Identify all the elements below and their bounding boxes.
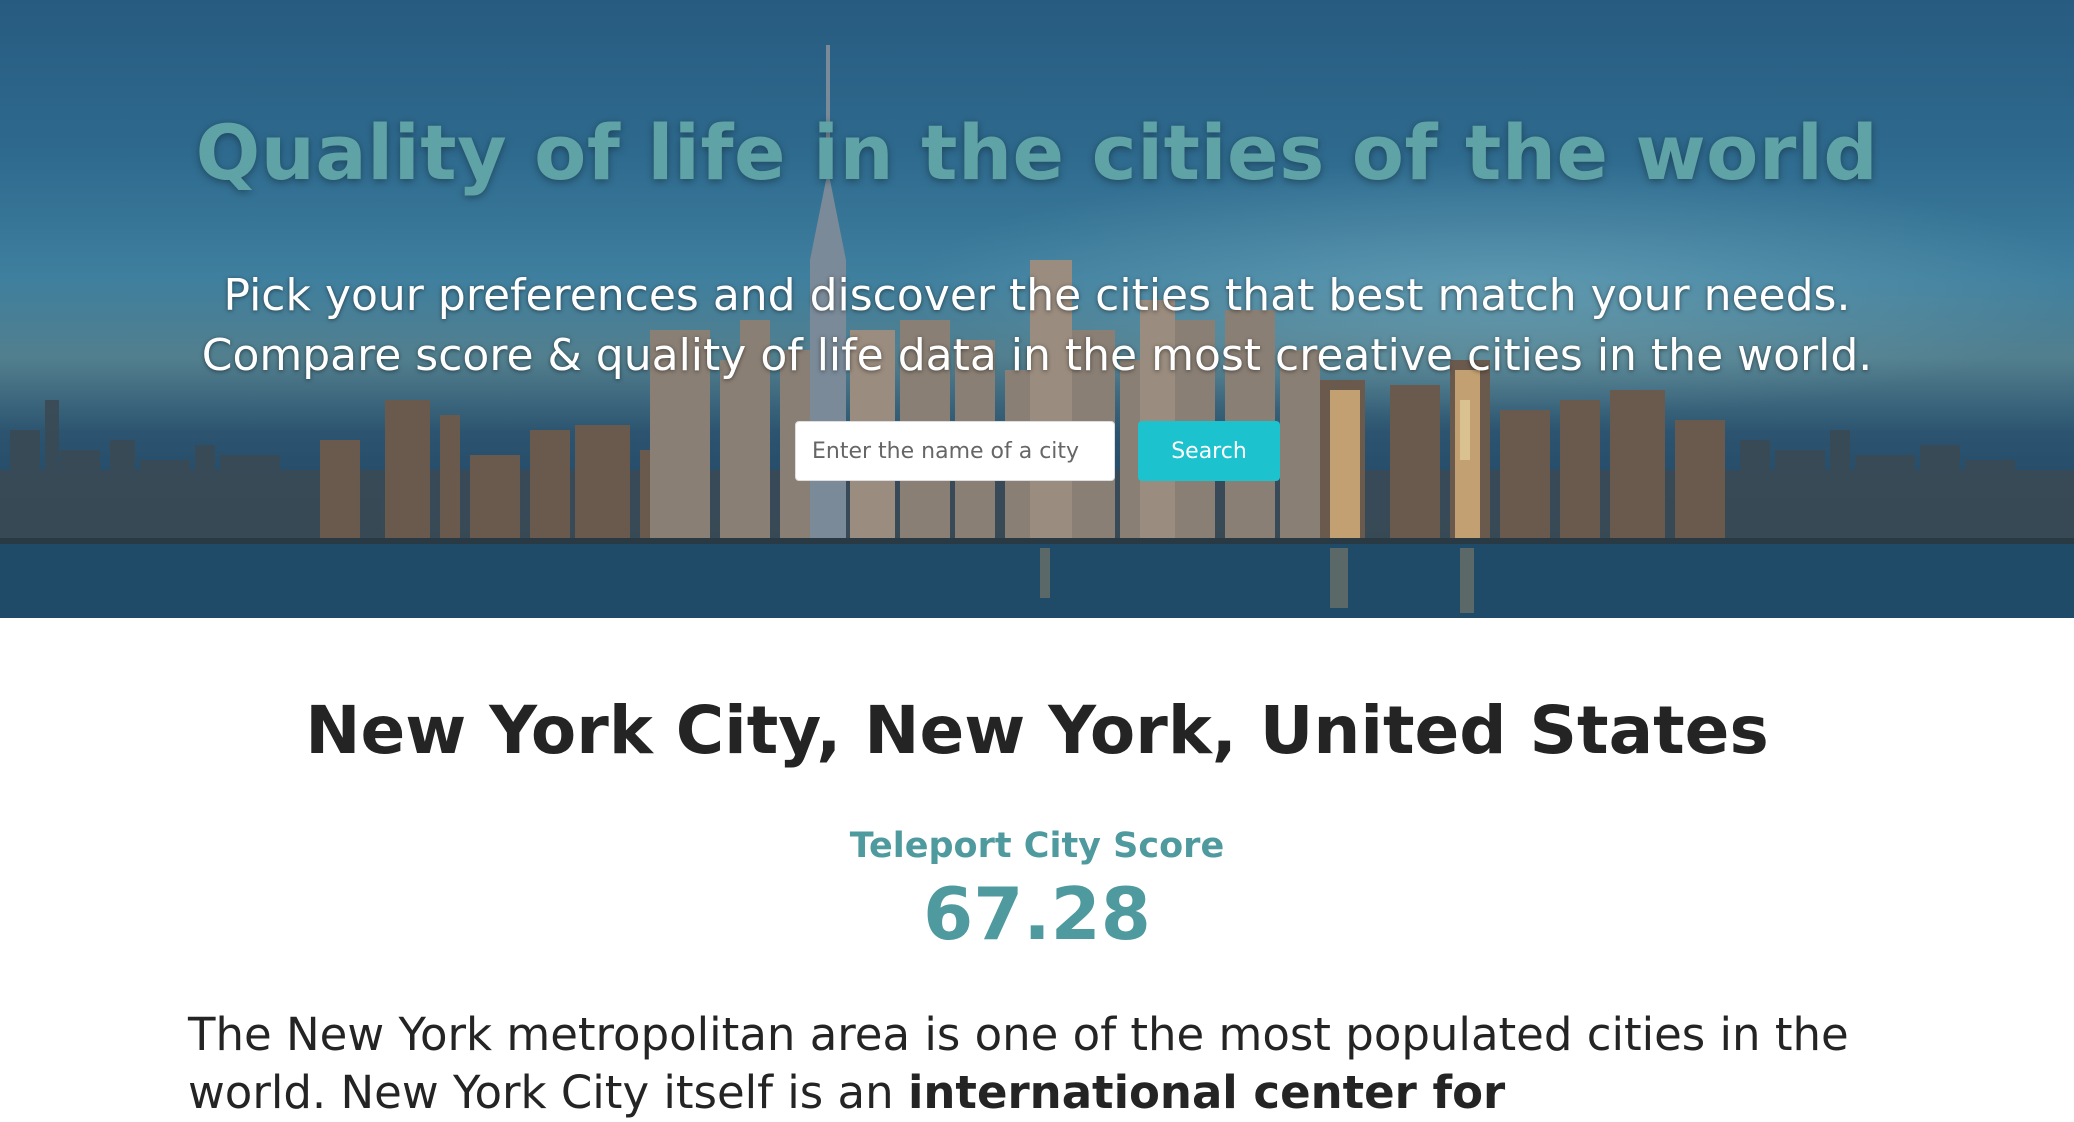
city-description-bold: international center for [907,1066,1506,1119]
hero-title: Quality of life in the cities of the wor… [195,108,1879,197]
city-name-heading: New York City, New York, United States [305,692,1769,769]
city-search-input[interactable] [795,421,1115,481]
hero-subtitle: Pick your preferences and discover the c… [90,266,1984,386]
hero-subtitle-line-1: Pick your preferences and discover the c… [223,270,1851,321]
hero-subtitle-line-2: Compare score & quality of life data in … [201,330,1873,381]
hero-banner: Quality of life in the cities of the wor… [0,0,2074,618]
teleport-score-value: 67.28 [923,872,1151,956]
city-description: The New York metropolitan area is one of… [188,1006,1888,1122]
teleport-score-label: Teleport City Score [849,826,1225,866]
search-button[interactable]: Search [1138,421,1280,481]
